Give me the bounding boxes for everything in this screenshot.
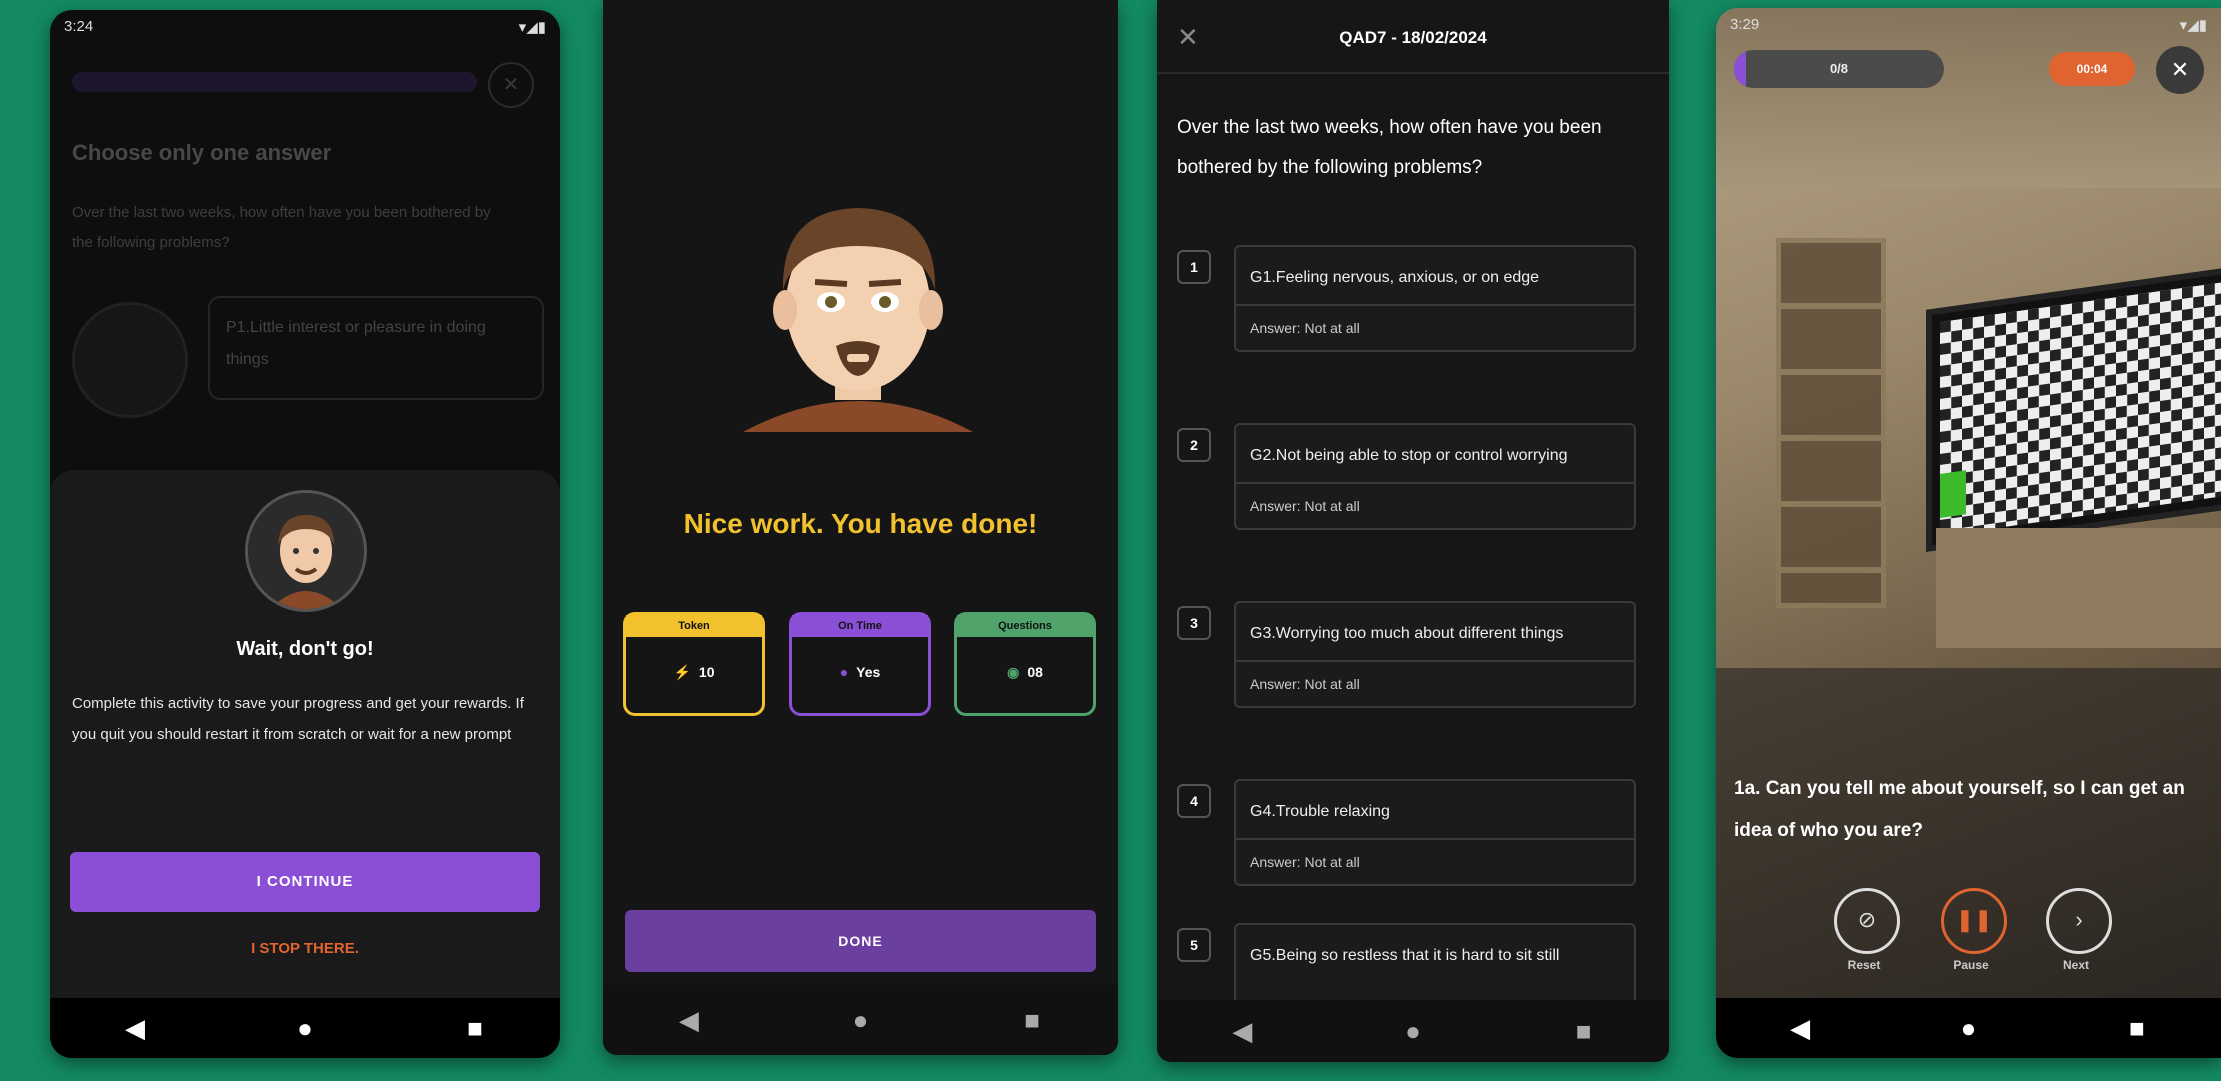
continue-button[interactable]: I CONTINUE — [70, 852, 540, 912]
answer-text: Answer: Not at all — [1250, 676, 1360, 692]
chat-bubble: P1.Little interest or pleasure in doing … — [208, 296, 544, 400]
phone-completion: Nice work. You have done! Token ⚡ 10 On T… — [603, 0, 1118, 1055]
stat-card-questions: Questions ◉ 08 — [954, 612, 1096, 716]
phone-video-prompt: 3:29 ▾◢▮ 0/8 00:04 ✕ 1a. Can you tell me… — [1716, 8, 2221, 1058]
tv-screen — [1926, 266, 2221, 552]
stat-card-title: On Time — [792, 615, 928, 637]
recents-icon[interactable]: ■ — [2107, 1013, 2167, 1044]
question-card[interactable]: G4.Trouble relaxing Answer: Not at all — [1234, 779, 1636, 886]
answer-text: Answer: Not at all — [1250, 854, 1360, 870]
phone-quit-dialog: 3:24 ▾◢▮ ✕ Choose only one answer Over t… — [50, 10, 560, 1058]
progress-bar — [72, 72, 477, 92]
prompt-text: Over the last two weeks, how often have … — [1177, 117, 1602, 178]
nav-bar: ◀ ● ■ — [603, 985, 1118, 1055]
tv-cabinet — [1936, 528, 2221, 648]
checkerboard — [1940, 282, 2221, 536]
question-number: 1 — [1177, 250, 1211, 284]
bookshelf — [1776, 238, 1886, 608]
progress-text: 0/8 — [1829, 61, 1849, 76]
home-icon[interactable]: ● — [275, 1013, 335, 1044]
home-icon[interactable]: ● — [1383, 1016, 1443, 1047]
back-icon[interactable]: ◀ — [105, 1013, 165, 1044]
home-icon[interactable]: ● — [1938, 1013, 1998, 1044]
back-icon[interactable]: ◀ — [1770, 1013, 1830, 1044]
dialog-body: Complete this activity to save your prog… — [72, 695, 524, 743]
reset-button[interactable]: ⊘ — [1834, 888, 1900, 954]
next-button[interactable]: › — [2046, 888, 2112, 954]
clock-icon: ● — [839, 664, 849, 680]
recents-icon[interactable]: ■ — [1002, 1005, 1062, 1036]
check-icon: ◉ — [1007, 663, 1020, 680]
status-icons: ▾◢▮ — [518, 19, 546, 36]
reset-icon: ⊘ — [1857, 907, 1877, 932]
pause-label: Pause — [1953, 958, 1989, 972]
avatar — [72, 302, 188, 418]
question-card[interactable]: G1.Feeling nervous, anxious, or on edge … — [1234, 245, 1636, 352]
quit-dialog-sheet: Wait, don't go! Complete this activity t… — [50, 470, 560, 998]
stat-card-value: Yes — [856, 664, 881, 680]
done-button[interactable]: DONE — [625, 910, 1096, 972]
stat-card-on-time: On Time ● Yes — [789, 612, 931, 716]
progress-pill: 0/8 — [1734, 50, 1944, 88]
avatar — [245, 490, 367, 612]
phone-questionnaire-summary: ✕ QAD7 - 18/02/2024 Over the last two we… — [1157, 0, 1669, 1062]
question-text: G4.Trouble relaxing — [1236, 781, 1634, 840]
status-time: 3:24 — [64, 18, 94, 35]
question-card[interactable]: G2.Not being able to stop or control wor… — [1234, 423, 1636, 530]
question-number: 5 — [1177, 928, 1211, 962]
green-marker — [1940, 470, 1966, 518]
close-icon[interactable]: ✕ — [2156, 46, 2204, 94]
recents-icon[interactable]: ■ — [445, 1013, 505, 1044]
stat-card-token: Token ⚡ 10 — [623, 612, 765, 716]
question-text: G2.Not being able to stop or control wor… — [1236, 425, 1634, 484]
pause-icon: ❚❚ — [1955, 907, 1993, 932]
question-text: G3.Worrying too much about different thi… — [1236, 603, 1634, 662]
reset-label: Reset — [1847, 958, 1881, 972]
stop-button[interactable]: I STOP THERE. — [50, 940, 560, 957]
stat-card-value: 08 — [1027, 664, 1043, 680]
answer-text: Answer: Not at all — [1250, 320, 1360, 336]
question-number: 4 — [1177, 784, 1211, 818]
home-icon[interactable]: ● — [830, 1005, 890, 1036]
back-icon[interactable]: ◀ — [659, 1005, 719, 1036]
close-icon[interactable]: ✕ — [488, 62, 534, 108]
nav-bar: ◀ ● ■ — [1157, 1000, 1669, 1062]
recents-icon[interactable]: ■ — [1554, 1016, 1614, 1047]
stat-card-title: Token — [626, 615, 762, 637]
dialog-title: Wait, don't go! — [236, 638, 374, 660]
question-card[interactable]: G5.Being so restless that it is hard to … — [1234, 923, 1636, 1007]
divider — [1157, 72, 1669, 74]
status-icons: ▾◢▮ — [2179, 17, 2207, 34]
completion-headline: Nice work. You have done! — [683, 508, 1038, 539]
question-text: G1.Feeling nervous, anxious, or on edge — [1236, 247, 1634, 306]
pause-button[interactable]: ❚❚ — [1941, 888, 2007, 954]
nav-bar: ◀ ● ■ — [50, 998, 560, 1058]
avatar — [723, 170, 993, 440]
lightning-icon: ⚡ — [673, 663, 691, 680]
back-icon[interactable]: ◀ — [1212, 1016, 1272, 1047]
question-number: 3 — [1177, 606, 1211, 640]
answer-text: Answer: Not at all — [1250, 498, 1360, 514]
page-title: Choose only one answer — [72, 140, 332, 165]
status-time: 3:29 — [1730, 16, 1760, 33]
question-caption: 1a. Can you tell me about yourself, so I… — [1734, 778, 2185, 841]
nav-bar: ◀ ● ■ — [1716, 998, 2221, 1058]
next-label: Next — [2062, 958, 2089, 972]
status-bar: 3:24 ▾◢▮ — [64, 18, 546, 40]
status-bar: 3:29 ▾◢▮ — [1730, 16, 2207, 38]
question-card[interactable]: G3.Worrying too much about different thi… — [1234, 601, 1636, 708]
page-title: QAD7 - 18/02/2024 — [1339, 28, 1487, 47]
question-number: 2 — [1177, 428, 1211, 462]
next-icon: › — [2075, 907, 2083, 932]
stat-card-title: Questions — [957, 615, 1093, 637]
timer-badge: 00:04 — [2049, 52, 2135, 86]
stat-card-value: 10 — [698, 664, 715, 680]
question-text: Over the last two weeks, how often have … — [72, 204, 491, 251]
question-text: G5.Being so restless that it is hard to … — [1250, 947, 1560, 964]
